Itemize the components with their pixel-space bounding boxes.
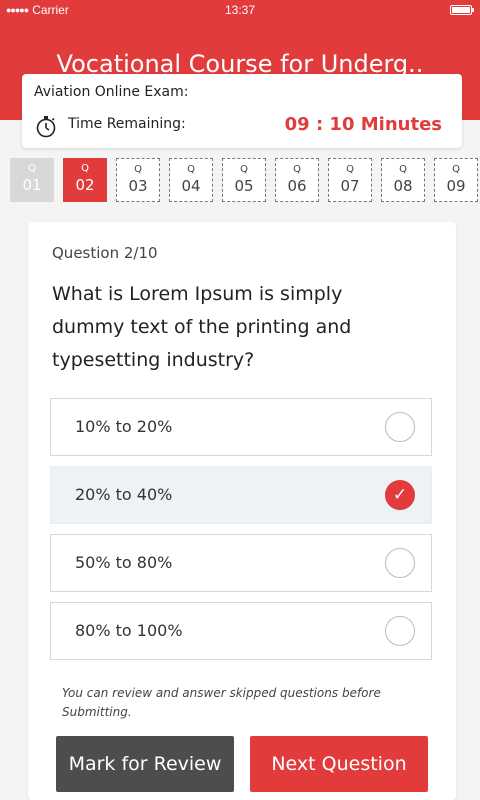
question-tab-prefix: Q [134, 164, 142, 175]
question-tab-number: 05 [234, 177, 254, 195]
question-tab-prefix: Q [346, 164, 354, 175]
battery-icon [450, 5, 474, 15]
question-tab-number: 07 [340, 177, 360, 195]
stopwatch-icon [36, 116, 56, 138]
answer-option-label: 50% to 80% [75, 553, 173, 572]
question-tab-04[interactable]: Q 04 [169, 158, 213, 202]
question-tab-03[interactable]: Q 03 [116, 158, 160, 202]
review-note: You can review and answer skipped questi… [62, 686, 381, 719]
question-tab-07[interactable]: Q 07 [328, 158, 372, 202]
question-tab-05[interactable]: Q 05 [222, 158, 266, 202]
answer-option-label: 10% to 20% [75, 417, 173, 436]
question-tab-prefix: Q [240, 164, 248, 175]
question-tab-number: 03 [128, 177, 148, 195]
question-tab-prefix: Q [452, 164, 460, 175]
exam-name: Aviation Online Exam: [34, 84, 189, 100]
answer-option[interactable]: 10% to 20% [50, 398, 432, 456]
question-counter: Question 2/10 [52, 244, 158, 262]
question-tab-08[interactable]: Q 08 [381, 158, 425, 202]
answer-option[interactable]: 20% to 40% ✓ [50, 466, 432, 524]
question-tab-number: 02 [75, 176, 95, 194]
question-tab-number: 06 [287, 177, 307, 195]
question-tab-number: 08 [393, 177, 413, 195]
question-tab-prefix: Q [293, 164, 301, 175]
question-card: Question 2/10 What is Lorem Ipsum is sim… [28, 222, 456, 800]
exam-info-card: Aviation Online Exam: Time Remaining: 09… [22, 74, 462, 148]
timer-label: Time Remaining: [68, 116, 186, 132]
answer-option[interactable]: 80% to 100% [50, 602, 432, 660]
question-navigator: Q 01 Q 02 Q 03 Q 04 Q 05 Q 06 Q 07 Q 08 … [10, 158, 480, 204]
question-tab-number: 01 [22, 176, 42, 194]
question-tab-number: 04 [181, 177, 201, 195]
question-tab-prefix: Q [28, 163, 36, 174]
checkmark-icon[interactable]: ✓ [385, 480, 415, 510]
question-tab-06[interactable]: Q 06 [275, 158, 319, 202]
question-tab-01[interactable]: Q 01 [10, 158, 54, 202]
radio-button[interactable] [385, 548, 415, 578]
question-tab-prefix: Q [187, 164, 195, 175]
question-tab-prefix: Q [399, 164, 407, 175]
radio-button[interactable] [385, 616, 415, 646]
question-text: What is Lorem Ipsum is simply dummy text… [52, 283, 352, 371]
next-question-button[interactable]: Next Question [250, 736, 428, 792]
question-tab-number: 09 [446, 177, 466, 195]
answer-option-label: 20% to 40% [75, 485, 173, 504]
status-bar: ●●●●● Carrier 13:37 [0, 0, 480, 20]
radio-button[interactable] [385, 412, 415, 442]
timer-value: 09 : 10 Minutes [284, 114, 442, 135]
question-tab-02[interactable]: Q 02 [63, 158, 107, 202]
mark-for-review-button[interactable]: Mark for Review [56, 736, 234, 792]
question-tab-09[interactable]: Q 09 [434, 158, 478, 202]
clock: 13:37 [224, 3, 256, 17]
answer-option[interactable]: 50% to 80% [50, 534, 432, 592]
question-tab-prefix: Q [81, 163, 89, 174]
answer-option-label: 80% to 100% [75, 621, 183, 640]
